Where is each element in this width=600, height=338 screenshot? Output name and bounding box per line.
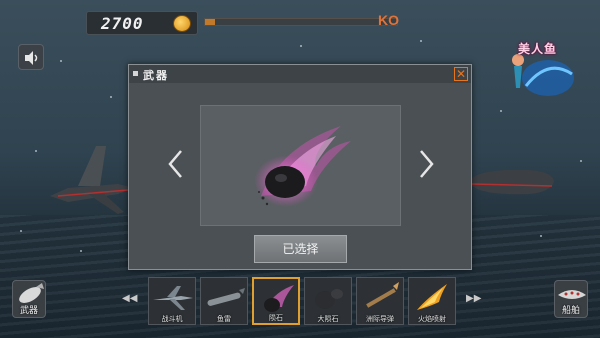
slot-big-meteor[interactable]: 大陨石 [304, 277, 352, 325]
slot-label: 火焰喷射 [418, 315, 446, 323]
fighter-jet-icon [153, 286, 193, 310]
score-value: 2700 [101, 14, 144, 33]
ship-label: 船舶 [561, 306, 580, 316]
score-panel: 2700 [86, 11, 198, 35]
previous-arrow-icon[interactable] [167, 149, 183, 179]
tray-left-arrow-icon[interactable]: ◀◀ [122, 292, 137, 306]
dialog-title-bar: 武器 ✕ [129, 65, 471, 83]
slot-label: 鱼雷 [217, 315, 231, 323]
slot-label: 陨石 [269, 314, 283, 322]
slot-fighter[interactable]: 战斗机 [148, 277, 196, 325]
snow-particle [580, 160, 582, 162]
snow-particle [540, 235, 542, 237]
tray-right-arrow-icon[interactable]: ▶▶ [466, 292, 481, 306]
coin-icon [173, 15, 191, 32]
weapon-label: 武器 [19, 306, 38, 316]
close-icon[interactable]: ✕ [454, 67, 468, 81]
logo-text: 美人鱼 [518, 42, 558, 56]
big-meteor-icon [315, 289, 343, 309]
missile-icon [366, 282, 399, 308]
ship-menu-button[interactable]: 船舶 [554, 280, 588, 318]
dialog-title: 武器 [143, 69, 169, 82]
meteor-icon [264, 285, 294, 312]
torpedo-icon [207, 288, 245, 306]
slot-missile[interactable]: 洲际导弹 [356, 277, 404, 325]
sound-button[interactable] [18, 44, 44, 70]
slot-label: 战斗机 [161, 315, 183, 323]
select-button[interactable]: 已选择 [254, 235, 347, 263]
weapon-dialog: 武器 ✕ 已选择 [128, 64, 472, 270]
fighter-plane-silhouette [50, 146, 134, 214]
next-arrow-icon[interactable] [419, 149, 435, 179]
progress-fill [205, 19, 215, 25]
slot-flame[interactable]: 火焰喷射 [408, 277, 456, 325]
bomb-icon [19, 283, 44, 303]
speaker-icon [25, 51, 38, 65]
slot-meteor[interactable]: 陨石 [252, 277, 300, 325]
snow-particle [20, 230, 22, 232]
weapon-preview [200, 105, 401, 226]
slot-label: 洲际导弹 [366, 315, 394, 323]
snow-particle [420, 40, 422, 42]
slot-label: 大陨石 [317, 315, 339, 323]
ship-icon [558, 290, 586, 299]
ko-progress-bar [204, 18, 398, 26]
weapon-menu-button[interactable]: 武器 [12, 280, 46, 318]
slot-torpedo[interactable]: 鱼雷 [200, 277, 248, 325]
title-square-icon [133, 71, 138, 76]
ko-label: KO [378, 12, 399, 28]
snow-particle [35, 150, 37, 152]
flame-icon [417, 284, 447, 310]
snow-particle [60, 60, 62, 62]
submarine-silhouette [470, 169, 554, 195]
snow-particle [110, 96, 112, 98]
mermaid-logo[interactable]: 美人鱼 [504, 38, 576, 100]
snow-particle [80, 250, 82, 252]
snow-particle [300, 45, 302, 47]
meteor-image [254, 126, 351, 207]
snow-particle [500, 110, 502, 112]
